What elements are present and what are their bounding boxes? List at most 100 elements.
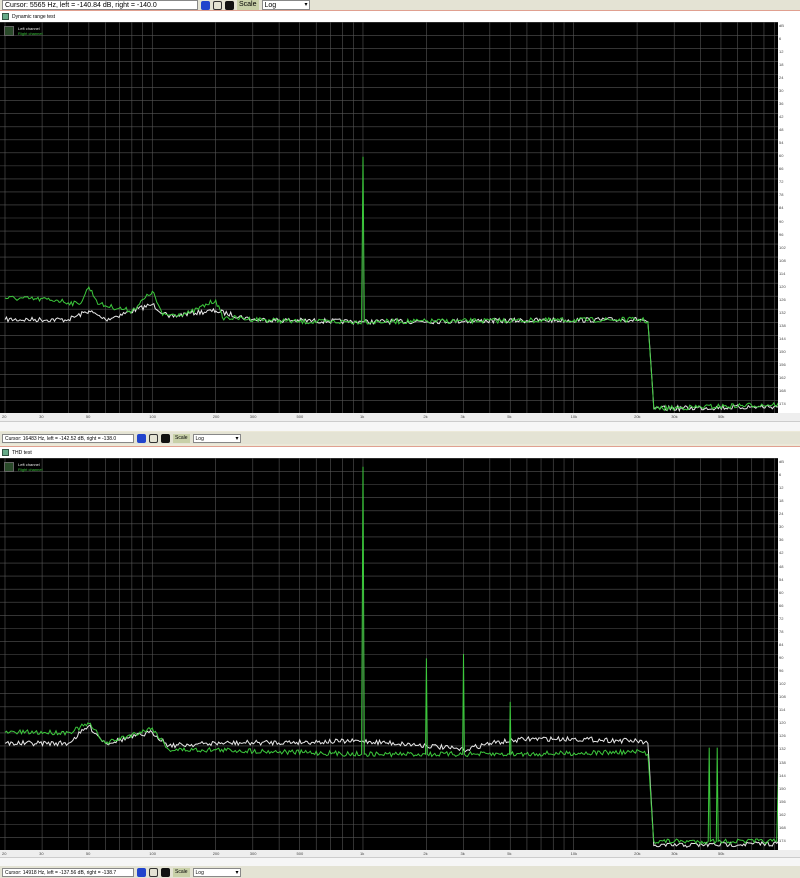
y-tick-label: 132 bbox=[779, 309, 786, 315]
y-tick-label: 102 bbox=[779, 681, 786, 687]
scale-label: Scale bbox=[173, 867, 190, 877]
x-tick-label: 30k bbox=[671, 414, 678, 419]
x-tick-label: 3k bbox=[460, 414, 465, 419]
x-tick-label: 1k bbox=[359, 851, 365, 856]
y-tick-label: 12 bbox=[779, 485, 784, 491]
panel-title: Dynamic range test bbox=[12, 13, 56, 20]
y-tick-label: 126 bbox=[779, 733, 786, 739]
save-icon[interactable] bbox=[161, 867, 170, 877]
x-tick-label: 500 bbox=[296, 414, 304, 419]
scale-select[interactable]: Log bbox=[192, 867, 241, 877]
scale-select[interactable]: Log bbox=[261, 0, 310, 10]
y-tick-label: 60 bbox=[779, 589, 784, 595]
window-icon bbox=[2, 13, 9, 20]
scale-label: Scale bbox=[173, 433, 190, 443]
panel-title-bar: Dynamic range test bbox=[0, 10, 800, 22]
y-tick-label: 72 bbox=[779, 615, 784, 621]
x-tick-label: 2k bbox=[423, 414, 428, 419]
x-tick-label: 50 bbox=[85, 851, 91, 856]
x-tick-label: 200 bbox=[212, 414, 220, 419]
toolbar-top: Cursor: 5565 Hz, left = -140.84 dB, righ… bbox=[0, 0, 800, 10]
save-icon[interactable] bbox=[225, 0, 234, 10]
y-tick-label: 66 bbox=[779, 166, 784, 172]
y-tick-label: 72 bbox=[779, 179, 784, 185]
y-tick-label: 96 bbox=[779, 668, 784, 674]
x-tick-label: 300 bbox=[249, 851, 257, 856]
y-tick-label: 120 bbox=[779, 283, 786, 289]
auto-icon[interactable] bbox=[137, 433, 146, 443]
y-tick-label: dB bbox=[779, 23, 784, 28]
zoom-icon[interactable] bbox=[213, 0, 222, 10]
x-tick-label: 30 bbox=[39, 851, 44, 856]
x-tick-label: 30k bbox=[671, 851, 678, 856]
y-tick-label: 162 bbox=[779, 811, 786, 817]
y-tick-label: 24 bbox=[779, 75, 784, 81]
y-tick-label: 54 bbox=[779, 576, 784, 582]
horizontal-scrollbar[interactable] bbox=[0, 421, 800, 431]
x-tick-label: 300 bbox=[249, 414, 257, 419]
series-right-channel bbox=[4, 156, 778, 412]
y-tick-label: 138 bbox=[779, 759, 786, 765]
x-tick-label: 500 bbox=[296, 851, 304, 856]
x-tick-label: 2k bbox=[423, 851, 428, 856]
zoom-icon[interactable] bbox=[149, 867, 158, 877]
y-tick-label: 12 bbox=[779, 49, 784, 55]
zoom-icon[interactable] bbox=[149, 433, 158, 443]
save-icon[interactable] bbox=[161, 433, 170, 443]
y-tick-label: dB bbox=[779, 459, 784, 464]
x-tick-label: 50k bbox=[717, 851, 725, 856]
y-tick-label: 84 bbox=[779, 641, 784, 647]
y-tick-label: 144 bbox=[779, 335, 786, 341]
y-tick-label: 6 bbox=[779, 36, 782, 42]
y-tick-label: 156 bbox=[779, 361, 786, 367]
x-tick-label: 50k bbox=[717, 414, 725, 419]
toolbar-bottom: Cursor: 14918 Hz, left = -137.56 dB, rig… bbox=[0, 866, 800, 878]
y-tick-label: 36 bbox=[779, 537, 784, 543]
y-tick-label: 30 bbox=[779, 524, 784, 530]
plot-area[interactable]: Left channel Right channel bbox=[0, 22, 778, 413]
y-tick-label: 102 bbox=[779, 244, 786, 250]
y-tick-label: 42 bbox=[779, 550, 784, 556]
legend-checkbox-icon[interactable] bbox=[4, 26, 14, 36]
auto-icon[interactable] bbox=[137, 867, 146, 877]
legend-checkbox-icon[interactable] bbox=[4, 462, 14, 472]
x-tick-label: 30 bbox=[39, 414, 44, 419]
auto-icon[interactable] bbox=[201, 0, 210, 10]
y-tick-label: 144 bbox=[779, 772, 786, 778]
y-tick-label: 90 bbox=[779, 218, 784, 224]
y-tick-label: 78 bbox=[779, 628, 784, 634]
window-icon bbox=[2, 449, 9, 456]
x-tick-label: 10k bbox=[570, 414, 578, 419]
x-tick-label: 200 bbox=[212, 851, 220, 856]
y-tick-label: 6 bbox=[779, 472, 782, 478]
legend-item: Right channel bbox=[18, 31, 43, 36]
y-tick-label: 162 bbox=[779, 374, 786, 380]
x-axis: 20 30 50 100 200 300 500 1k 2k 3k 5k 10k 20k 30k 50k bbox=[0, 413, 800, 421]
plot-area[interactable]: Left channel Right channel bbox=[0, 458, 778, 850]
x-tick-label: 20 bbox=[2, 851, 7, 856]
x-tick-label: 20k bbox=[634, 414, 641, 419]
y-tick-label: 30 bbox=[779, 88, 784, 94]
y-tick-label: 174 bbox=[779, 400, 786, 406]
y-tick-label: 84 bbox=[779, 205, 784, 211]
y-tick-label: 54 bbox=[779, 140, 784, 146]
y-tick-label: 150 bbox=[779, 348, 786, 354]
x-tick-label: 5k bbox=[507, 414, 512, 419]
y-tick-label: 150 bbox=[779, 785, 786, 791]
y-tick-label: 36 bbox=[779, 101, 784, 107]
chart-panel-dynamic-range: Left channel Right channel dB 6 12 18 24 30 36 42… bbox=[0, 22, 800, 413]
y-tick-label: 174 bbox=[779, 837, 786, 843]
series-left-channel bbox=[4, 303, 778, 413]
y-tick-label: 90 bbox=[779, 655, 784, 660]
cursor-readout: Cursor: 5565 Hz, left = -140.84 dB, righ… bbox=[2, 0, 198, 10]
y-tick-label: 24 bbox=[779, 511, 784, 517]
x-tick-label: 100 bbox=[149, 414, 156, 419]
toolbar-middle: Cursor: 16483 Hz, left = -142.52 dB, rig… bbox=[0, 432, 800, 444]
panel-title-bar: THD test bbox=[0, 446, 800, 458]
scale-select[interactable]: Log bbox=[192, 433, 241, 443]
spectrum-svg bbox=[0, 458, 778, 850]
y-tick-label: 18 bbox=[779, 62, 784, 68]
panel-title: THD test bbox=[12, 449, 32, 456]
y-tick-label: 42 bbox=[779, 114, 784, 120]
y-tick-label: 114 bbox=[779, 270, 786, 276]
